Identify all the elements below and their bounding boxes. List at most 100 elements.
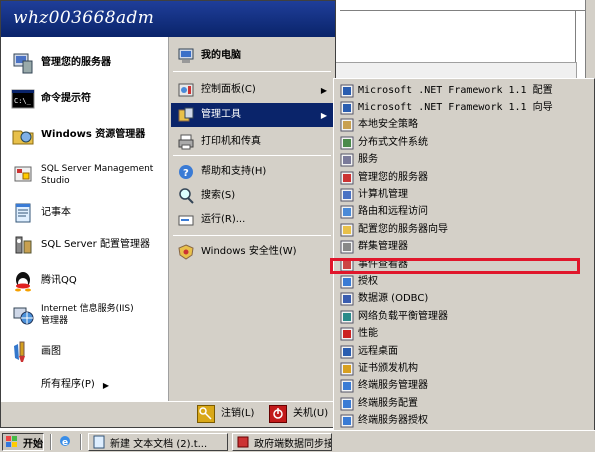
run-item[interactable]: 运行(R)... (177, 211, 245, 229)
start-menu-right-pane: 我的电脑 控制面板(C) ▶ 管理工具 ▶ 打印机和传真 ? 帮助和支持(H) … (169, 37, 335, 401)
start-menu: whz003668adm 管理您的服务器 C:\_ 命令提示符 Windows … (0, 0, 336, 428)
submenu-item[interactable]: 配置您的服务器向导 (336, 221, 592, 238)
submenu-item[interactable]: 群集管理器 (336, 239, 592, 256)
windows-security-item[interactable]: Windows 安全性(W) (177, 243, 297, 261)
cluster-icon (340, 240, 354, 254)
user-name: whz003668adm (13, 8, 155, 28)
logoff-button[interactable]: 注销(L) (197, 405, 254, 423)
configure-server-icon (340, 223, 354, 237)
left-separator (5, 153, 165, 154)
arrow-right-icon: ▶ (320, 85, 327, 95)
pinned-item-manage-server[interactable]: 管理您的服务器 (11, 51, 111, 75)
notepad-icon (92, 435, 106, 449)
dfs-icon (340, 136, 354, 150)
submenu-item[interactable]: 终端服务器授权 (336, 413, 592, 430)
my-computer-icon (177, 47, 195, 65)
taskbar: 开始 e 新建 文本文档 (2).t... 政府端数据同步接 (0, 430, 595, 452)
performance-icon (340, 327, 354, 341)
internet-explorer-icon: e (58, 434, 72, 448)
submenu-item[interactable]: 数据源 (ODBC) (336, 291, 592, 308)
local-security-policy-icon (340, 118, 354, 132)
qq-icon (11, 269, 35, 293)
admin-tools-icon (177, 106, 195, 124)
background-divider (340, 10, 586, 11)
admin-tools-item[interactable]: 管理工具 ▶ (171, 103, 333, 127)
taskbar-button-sync[interactable]: 政府端数据同步接 (232, 433, 332, 451)
printer-icon (177, 133, 195, 151)
shutdown-button[interactable]: 关机(U) (269, 405, 328, 423)
all-programs-button[interactable]: 所有程序(P) ▶ (41, 379, 109, 391)
paint-icon (11, 340, 35, 364)
control-panel-item[interactable]: 控制面板(C) ▶ (177, 81, 333, 99)
windows-logo-icon (5, 435, 19, 449)
pinned-item-cmd[interactable]: C:\_ 命令提示符 (11, 87, 91, 111)
notepad-icon (11, 201, 35, 225)
event-viewer-highlight (330, 258, 580, 274)
arrow-right-icon: ▶ (102, 380, 109, 390)
sql-management-studio-icon (11, 163, 35, 187)
submenu-item[interactable]: 管理您的服务器 (336, 169, 592, 186)
taskbar-button-notepad[interactable]: 新建 文本文档 (2).t... (88, 433, 228, 451)
submenu-item[interactable]: 网络负载平衡管理器 (336, 308, 592, 325)
control-panel-icon (177, 81, 195, 99)
submenu-item[interactable]: 授权 (336, 273, 592, 290)
arrow-right-icon: ▶ (320, 110, 327, 120)
recent-item-sql-config[interactable]: SQL Server 配置管理器 (11, 233, 150, 257)
help-icon: ? (177, 163, 195, 181)
ts-licensing-icon (340, 414, 354, 428)
submenu-item[interactable]: 分布式文件系统 (336, 134, 592, 151)
key-icon (197, 405, 215, 423)
right-separator-3 (173, 235, 331, 236)
routing-icon (340, 205, 354, 219)
submenu-item[interactable]: 计算机管理 (336, 186, 592, 203)
licensing-icon (340, 275, 354, 289)
submenu-item[interactable]: 性能 (336, 326, 592, 343)
start-menu-footer: 注销(L) 关机(U) (1, 401, 335, 427)
document-icon (236, 435, 250, 449)
quicklaunch-ie[interactable]: e (58, 434, 76, 448)
taskbar-divider (50, 434, 52, 450)
recent-item-iis[interactable]: Internet 信息服务(IIS) 管理器 (11, 303, 134, 327)
printers-item[interactable]: 打印机和传真 (177, 133, 261, 151)
submenu-item[interactable]: Microsoft .NET Framework 1.1 配置 (336, 82, 592, 99)
recent-item-paint[interactable]: 画图 (11, 340, 61, 364)
recent-item-sql-studio[interactable]: SQL Server Management Studio (11, 163, 153, 187)
submenu-item[interactable]: 终端服务配置 (336, 395, 592, 412)
cmd-icon: C:\_ (11, 87, 35, 111)
recent-item-notepad[interactable]: 记事本 (11, 201, 71, 225)
submenu-item[interactable]: 服务 (336, 152, 592, 169)
pinned-item-explorer[interactable]: Windows 资源管理器 (11, 123, 145, 147)
services-icon (340, 153, 354, 167)
server-manage-icon (11, 51, 35, 75)
submenu-item[interactable]: 远程桌面 (336, 343, 592, 360)
manage-server-icon (340, 171, 354, 185)
submenu-item[interactable]: 证书颁发机构 (336, 360, 592, 377)
my-computer-item[interactable]: 我的电脑 (177, 47, 241, 65)
start-menu-header: whz003668adm (1, 1, 335, 37)
sql-config-icon (11, 233, 35, 257)
submenu-item[interactable]: Microsoft .NET Framework 1.1 向导 (336, 99, 592, 116)
iis-icon (11, 303, 35, 327)
right-separator-2 (173, 155, 331, 156)
computer-management-icon (340, 188, 354, 202)
svg-text:e: e (62, 438, 68, 448)
submenu-item[interactable]: 路由和远程访问 (336, 204, 592, 221)
start-menu-left-pane: 管理您的服务器 C:\_ 命令提示符 Windows 资源管理器 SQL Ser… (1, 37, 169, 401)
start-button[interactable]: 开始 (2, 433, 44, 451)
left-separator-2 (5, 371, 165, 372)
search-icon (177, 187, 195, 205)
submenu-item[interactable]: 终端服务管理器 (336, 378, 592, 395)
nlb-icon (340, 310, 354, 324)
help-item[interactable]: ? 帮助和支持(H) (177, 163, 266, 181)
odbc-icon (340, 292, 354, 306)
svg-text:?: ? (183, 168, 189, 179)
remote-desktop-icon (340, 345, 354, 359)
submenu-item[interactable]: 本地安全策略 (336, 117, 592, 134)
search-item[interactable]: 搜索(S) (177, 187, 235, 205)
power-icon (269, 405, 287, 423)
taskbar-divider-2 (80, 434, 82, 450)
ts-manager-icon (340, 379, 354, 393)
ts-config-icon (340, 397, 354, 411)
windows-security-icon (177, 243, 195, 261)
recent-item-qq[interactable]: 腾讯QQ (11, 269, 77, 293)
